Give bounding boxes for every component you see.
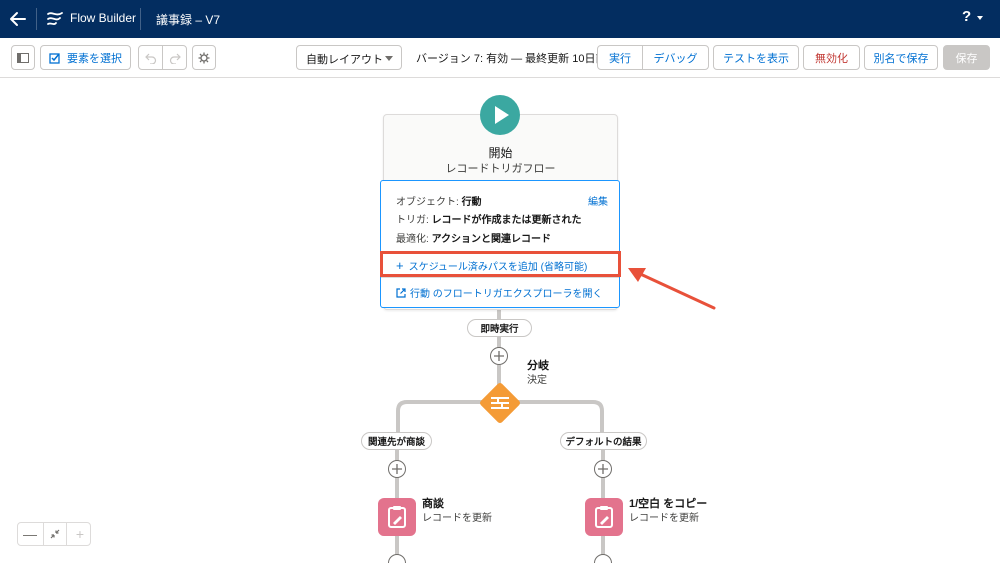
trigger-label: トリガ: [396, 215, 429, 226]
select-elements-button[interactable]: 要素を選択 [40, 45, 131, 70]
back-arrow-icon[interactable] [6, 7, 30, 31]
redo-button[interactable] [162, 45, 187, 70]
decision-icon [480, 383, 520, 423]
object-row: オブジェクト: 行動 [396, 193, 482, 208]
optimize-value: アクションと関連レコード [431, 234, 552, 245]
open-trigger-explorer-label: 行動 のフロートリガエクスプローラを開く [410, 289, 603, 300]
add-element-button[interactable] [490, 347, 508, 365]
select-elements-label: 要素を選択 [67, 52, 122, 65]
optimize-row: 最適化: アクションと関連レコード [396, 230, 551, 245]
deactivate-button[interactable]: 無効化 [803, 45, 860, 70]
header-divider [36, 8, 37, 30]
auto-layout-label: 自動レイアウト [306, 54, 383, 66]
save-as-button[interactable]: 別名で保存 [864, 45, 938, 70]
element-sub-left: レコードを更新 [422, 513, 492, 524]
start-icon[interactable] [480, 95, 520, 135]
start-title: 開始 [488, 146, 513, 160]
settings-button[interactable] [192, 45, 216, 70]
help-caret-icon[interactable] [977, 16, 983, 20]
auto-layout-select[interactable]: 自動レイアウト [296, 45, 402, 70]
plus-icon [598, 464, 608, 474]
zoom-controls: — + [17, 522, 91, 546]
save-button[interactable]: 保存 [943, 45, 990, 70]
update-records-element[interactable] [585, 498, 623, 536]
highlight-box [380, 251, 621, 277]
edit-link[interactable]: 編集 [588, 193, 608, 208]
decision-type: 決定 [527, 375, 547, 386]
undo-button[interactable] [138, 45, 163, 70]
checkbox-icon [49, 52, 60, 64]
play-icon [495, 106, 509, 124]
optimize-label: 最適化: [396, 234, 429, 245]
add-element-button[interactable] [388, 460, 406, 478]
plus-icon [494, 351, 504, 361]
object-value: 行動 [461, 197, 482, 208]
add-element-button[interactable] [594, 554, 612, 563]
annotation-arrow-icon [628, 268, 716, 310]
undo-icon [144, 53, 156, 64]
view-tests-button[interactable]: テストを表示 [713, 45, 799, 70]
clipboard-edit-icon [595, 506, 613, 528]
outcome-label-right: デフォルトの結果 [560, 432, 647, 450]
fit-view-button[interactable] [43, 523, 67, 545]
add-element-button[interactable] [388, 554, 406, 563]
open-trigger-explorer-link[interactable]: 行動 のフロートリガエクスプローラを開く [396, 285, 602, 300]
divider [381, 277, 619, 278]
run-button[interactable]: 実行 [597, 45, 643, 70]
panel-icon [17, 52, 29, 63]
update-records-element[interactable] [378, 498, 416, 536]
flow-name: 議事録 – V7 [156, 13, 221, 27]
zoom-in-button[interactable]: + [68, 523, 92, 545]
collapse-icon [50, 529, 60, 539]
chevron-down-icon [385, 56, 393, 61]
flow-builder-logo-icon [47, 12, 63, 26]
clipboard-edit-icon [388, 506, 406, 528]
header-divider [140, 8, 141, 30]
gear-icon [198, 52, 210, 63]
trigger-value: レコードが作成または更新された [431, 215, 582, 226]
redo-icon [169, 53, 181, 64]
path-label-immediate: 即時実行 [467, 319, 532, 337]
app-name: Flow Builder [70, 11, 137, 25]
outcome-label-left: 関連先が商談 [361, 432, 432, 450]
version-info: バージョン 7: 有効 — 最終更新 10日前 [416, 53, 607, 65]
debug-button[interactable]: デバッグ [642, 45, 709, 70]
object-label: オブジェクト: [396, 197, 459, 208]
header-bar: Flow Builder 議事録 – V7 ? [0, 0, 1000, 38]
add-element-button[interactable] [594, 460, 612, 478]
trigger-row: トリガ: レコードが作成または更新された [396, 211, 582, 226]
plus-icon [392, 464, 402, 474]
element-sub-right: レコードを更新 [629, 513, 699, 524]
toggle-panel-button[interactable] [11, 45, 35, 70]
help-icon[interactable]: ? [962, 8, 971, 25]
zoom-out-button[interactable]: — [18, 523, 42, 545]
decision-element[interactable] [478, 381, 522, 425]
external-link-icon [396, 288, 406, 298]
start-subtitle: レコードトリガフロー [445, 163, 556, 175]
